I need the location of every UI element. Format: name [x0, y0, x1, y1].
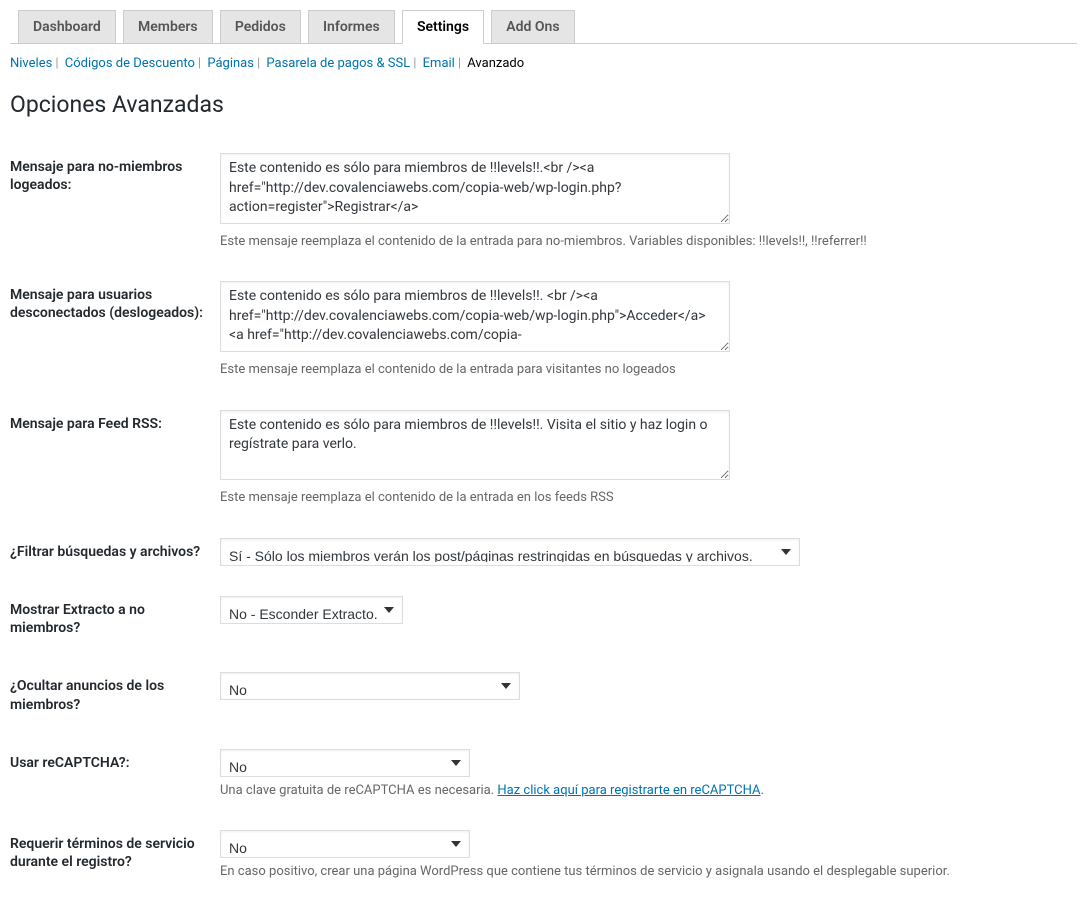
subtab-paginas[interactable]: Páginas [207, 56, 254, 71]
sub-tabs: Niveles| Códigos de Descuento| Páginas| … [10, 56, 1077, 71]
tab-addons[interactable]: Add Ons [491, 10, 574, 43]
select-tos[interactable]: No [220, 830, 470, 858]
desc-tos: En caso positivo, crear una página WordP… [220, 862, 1067, 882]
desc-loggedout-message: Este mensaje reemplaza el contenido de l… [220, 360, 1067, 380]
tab-pedidos[interactable]: Pedidos [220, 10, 301, 43]
desc-nonmember-message: Este mensaje reemplaza el contenido de l… [220, 232, 1067, 252]
main-tabs: Dashboard Members Pedidos Informes Setti… [10, 0, 1077, 44]
subtab-email[interactable]: Email [423, 56, 455, 71]
desc-rss-message: Este mensaje reemplaza el contenido de l… [220, 488, 1067, 508]
subtab-niveles[interactable]: Niveles [10, 56, 52, 71]
select-show-excerpt[interactable]: No - Esconder Extracto. [220, 596, 403, 624]
label-hide-ads: ¿Ocultar anuncios de los miembros? [10, 657, 220, 733]
page-title: Opciones Avanzadas [10, 91, 1077, 118]
select-recaptcha[interactable]: No [220, 749, 470, 777]
select-filter-searches[interactable]: Sí - Sólo los miembros verán los post/pá… [220, 538, 800, 566]
select-hide-ads[interactable]: No [220, 672, 520, 700]
label-rss-message: Mensaje para Feed RSS: [10, 395, 220, 523]
label-filter-searches: ¿Filtrar búsquedas y archivos? [10, 523, 220, 581]
textarea-rss-message[interactable] [220, 410, 730, 481]
subtab-pasarela[interactable]: Pasarela de pagos & SSL [266, 56, 410, 71]
tab-settings[interactable]: Settings [402, 10, 484, 44]
link-recaptcha-signup[interactable]: Haz click aquí para registrarte en reCAP… [497, 783, 760, 798]
label-recaptcha: Usar reCAPTCHA?: [10, 734, 220, 816]
label-loggedout-message: Mensaje para usuarios desconectados (des… [10, 266, 220, 394]
label-tos: Requerir términos de servicio durante el… [10, 815, 220, 897]
textarea-nonmember-message[interactable] [220, 153, 730, 224]
subtab-avanzado[interactable]: Avanzado [467, 56, 524, 71]
subtab-codigos[interactable]: Códigos de Descuento [65, 56, 195, 71]
label-show-excerpt: Mostrar Extracto a no miembros? [10, 581, 220, 657]
tab-members[interactable]: Members [123, 10, 213, 43]
label-nonmember-message: Mensaje para no-miembros logeados: [10, 138, 220, 266]
desc-recaptcha: Una clave gratuita de reCAPTCHA es neces… [220, 781, 1067, 801]
tab-informes[interactable]: Informes [308, 10, 395, 43]
settings-form: Mensaje para no-miembros logeados: Este … [10, 138, 1077, 897]
tab-dashboard[interactable]: Dashboard [18, 10, 116, 43]
textarea-loggedout-message[interactable] [220, 281, 730, 352]
